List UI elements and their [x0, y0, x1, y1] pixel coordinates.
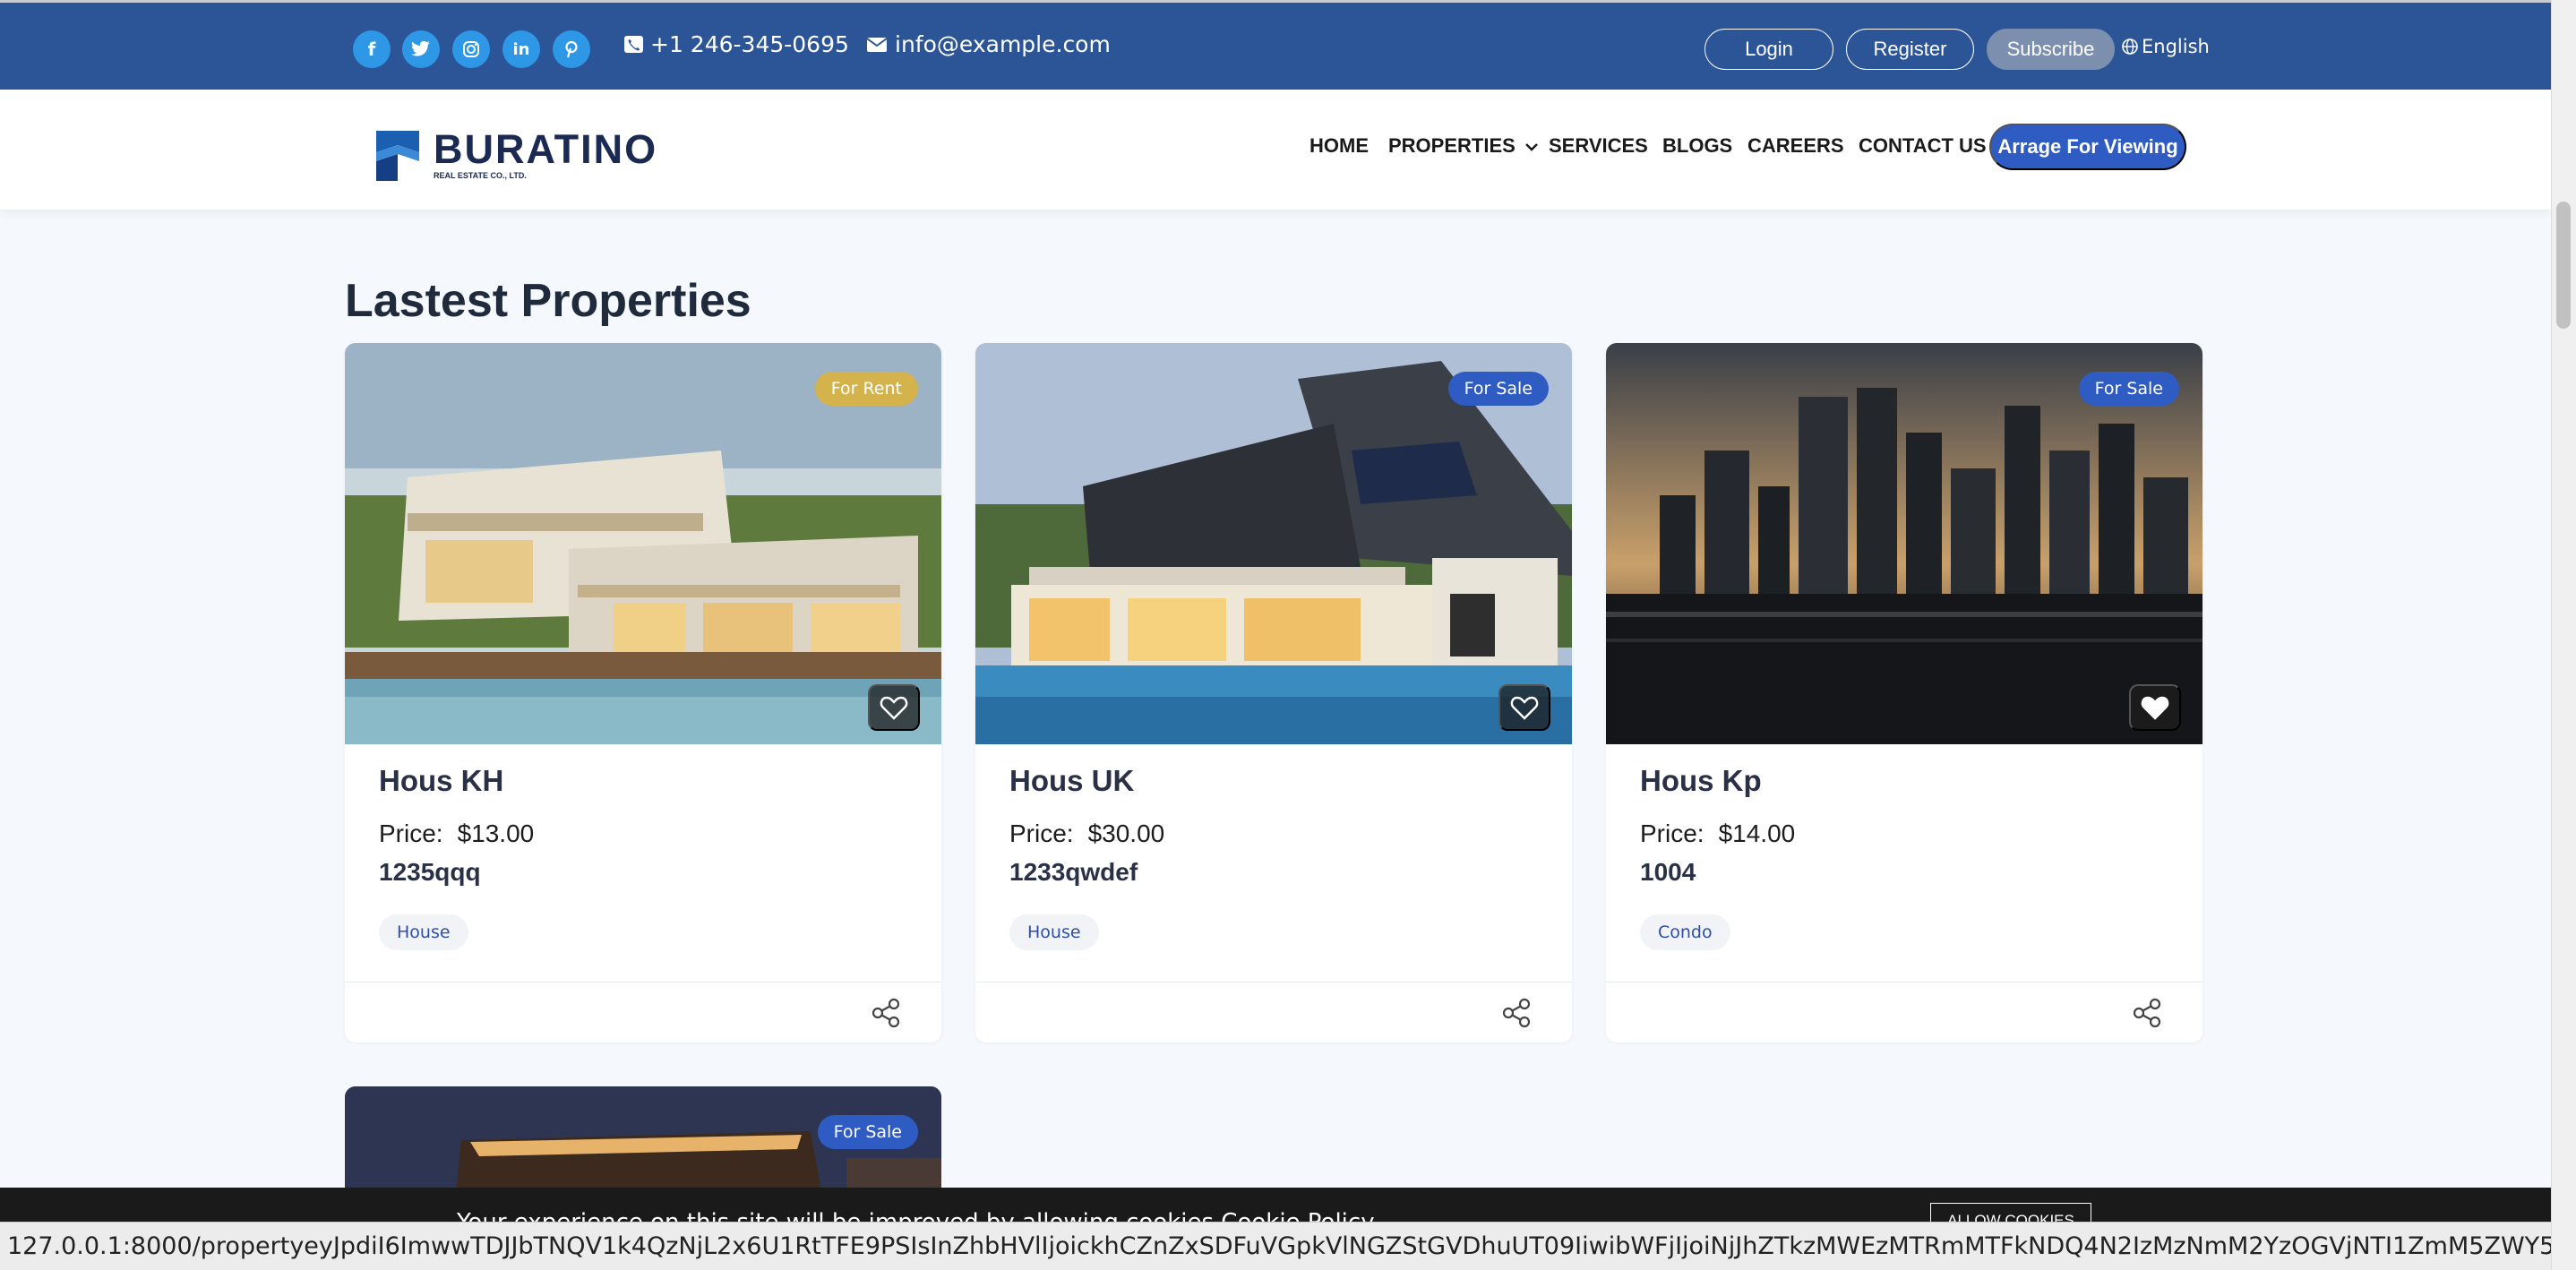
price-label: Price: [1009, 819, 1074, 847]
property-card[interactable]: For Sale Hous Kp Price: $14.00 1004 Cond… [1606, 343, 2202, 1043]
card-divider [1606, 982, 2202, 983]
nav-properties[interactable]: PROPERTIES [1388, 134, 1539, 158]
property-code: 1233qwdef [1009, 858, 1138, 886]
brand-name: BURATINO [434, 125, 658, 172]
language-label: English [2142, 36, 2210, 57]
price-label: Price: [1640, 819, 1704, 847]
linkedin-icon[interactable]: in [502, 30, 540, 68]
listing-status-badge: For Sale [1447, 372, 1549, 406]
email-contact[interactable]: info@example.com [866, 31, 1111, 57]
nav-careers[interactable]: CAREERS [1747, 134, 1844, 158]
property-card[interactable]: For Rent Hous KH Price: $13.00 1235qqq H… [345, 343, 941, 1043]
brand-logo[interactable]: BURATINO REAL ESTATE CO., LTD. [374, 125, 657, 183]
property-price: Price: $14.00 [1640, 819, 1795, 848]
nav-properties-label: PROPERTIES [1388, 134, 1516, 157]
chevron-down-icon [1525, 143, 1538, 151]
scrollbar-track[interactable] [2551, 0, 2576, 1270]
heart-outline-icon [880, 696, 908, 720]
card-divider [975, 982, 1572, 983]
listing-status-badge: For Sale [817, 1115, 918, 1149]
property-code: 1235qqq [379, 858, 481, 886]
property-price: Price: $30.00 [1009, 819, 1164, 848]
register-button[interactable]: Register [1846, 29, 1974, 70]
price-value: $13.00 [457, 819, 535, 847]
instagram-icon[interactable] [452, 30, 490, 68]
property-category-tag[interactable]: House [1009, 914, 1099, 950]
property-category-tag[interactable]: Condo [1640, 914, 1730, 950]
share-icon[interactable] [870, 997, 902, 1029]
scrollbar-thumb[interactable] [2556, 202, 2571, 329]
brand-tagline: REAL ESTATE CO., LTD. [434, 170, 527, 180]
phone-contact[interactable]: +1 246-345-0695 [624, 31, 849, 57]
phone-number: +1 246-345-0695 [650, 31, 849, 57]
card-divider [345, 982, 941, 983]
login-button[interactable]: Login [1704, 29, 1833, 70]
email-address: info@example.com [895, 31, 1111, 57]
envelope-icon [866, 37, 888, 52]
listing-status-badge: For Sale [2078, 372, 2179, 406]
favorite-button[interactable] [868, 684, 920, 731]
arrange-viewing-button[interactable]: Arrage For Viewing [1989, 124, 2186, 170]
price-label: Price: [379, 819, 443, 847]
section-title: Lastest Properties [345, 275, 751, 327]
nav-home[interactable]: HOME [1309, 134, 1369, 158]
twitter-icon[interactable] [402, 30, 440, 68]
logo-mark-icon [376, 131, 419, 181]
phone-icon [624, 36, 643, 53]
globe-icon [2122, 39, 2138, 55]
share-icon[interactable] [1500, 997, 1533, 1029]
nav-blogs[interactable]: BLOGS [1662, 134, 1732, 158]
language-selector[interactable]: English [2121, 36, 2210, 57]
property-card[interactable]: For Sale Hous UK Price: $30.00 1233qwdef… [975, 343, 1572, 1043]
price-value: $14.00 [1718, 819, 1796, 847]
top-bar: f in +1 246-345-0695 info@example.com Lo… [0, 0, 2551, 90]
property-title[interactable]: Hous Kp [1640, 764, 1762, 798]
price-value: $30.00 [1087, 819, 1165, 847]
property-title[interactable]: Hous UK [1009, 764, 1134, 798]
property-code: 1004 [1640, 858, 1696, 886]
favorite-button[interactable] [2129, 684, 2181, 731]
share-icon[interactable] [2131, 997, 2163, 1029]
pinterest-icon[interactable] [553, 30, 590, 68]
property-title[interactable]: Hous KH [379, 764, 503, 798]
property-category-tag[interactable]: House [379, 914, 468, 950]
nav-contact-us[interactable]: CONTACT US [1859, 134, 1987, 158]
heart-filled-icon [2141, 696, 2169, 720]
property-price: Price: $13.00 [379, 819, 534, 848]
facebook-icon[interactable]: f [353, 30, 391, 68]
listing-status-badge: For Rent [814, 372, 918, 406]
subscribe-button[interactable]: Subscribe [1987, 29, 2115, 70]
heart-outline-icon [1510, 696, 1539, 720]
nav-services[interactable]: SERVICES [1549, 134, 1648, 158]
link-status-bar: 127.0.0.1:8000/propertyeyJpdiI6ImwwTDJJb… [0, 1222, 2551, 1270]
favorite-button[interactable] [1498, 684, 1550, 731]
